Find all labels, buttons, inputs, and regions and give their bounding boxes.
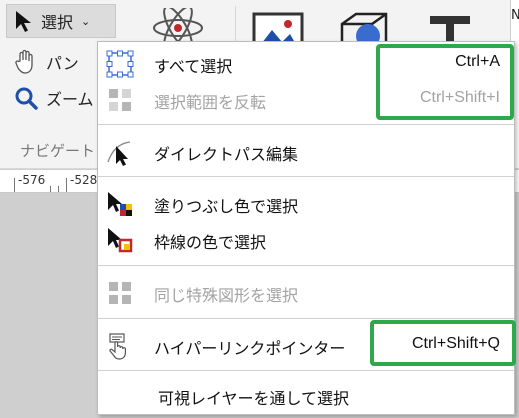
menu-item-label: 可視レイヤーを通して選択 — [158, 389, 350, 408]
menu-item-select-same-shape[interactable]: 同じ特殊図形を選択 — [98, 275, 514, 311]
ribbon-divider — [235, 6, 236, 46]
ruler-tick — [50, 186, 51, 192]
menu-item-label: 塗りつぶし色で選択 — [154, 197, 299, 216]
menu-item-label: 同じ特殊図形を選択 — [154, 286, 299, 305]
pan-tool-button[interactable]: パン — [14, 48, 79, 76]
menu-item-select-through-visible-layers[interactable]: 可視レイヤーを通して選択 — [98, 378, 514, 414]
menu-item-label: すべて選択 — [154, 57, 233, 76]
menu-separator — [98, 318, 514, 319]
menu-item-direct-path-edit[interactable]: ダイレクトパス編集 — [98, 134, 514, 170]
invert-selection-icon — [109, 89, 131, 111]
ruler-tick — [14, 178, 15, 192]
chevron-down-icon[interactable]: ⌄ — [81, 15, 90, 28]
zoom-tool-button[interactable]: ズーム — [14, 84, 94, 112]
menu-item-label: 枠線の色で選択 — [154, 233, 267, 252]
arrow-pointer-icon — [16, 11, 31, 32]
navigate-group-label: ナビゲート — [20, 142, 96, 160]
shortcut-highlight-box — [370, 320, 516, 366]
select-same-shape-icon — [109, 282, 131, 304]
menu-item-select-by-stroke[interactable]: 枠線の色で選択 — [98, 222, 514, 258]
ruler-label: -528 — [70, 173, 98, 187]
menu-separator — [98, 176, 514, 177]
ruler-tick — [66, 178, 67, 192]
direct-path-edit-icon — [107, 141, 131, 166]
menu-separator — [98, 124, 514, 125]
menu-item-label: ダイレクトパス編集 — [154, 145, 299, 164]
menu-separator — [98, 370, 514, 371]
select-tool-button[interactable]: 選択 ⌄ — [6, 4, 116, 38]
select-by-fill-color-icon — [108, 192, 132, 216]
menu-item-label: 選択範囲を反転 — [154, 93, 267, 112]
menu-item-label: ハイパーリンクポインター — [154, 339, 346, 358]
hyperlink-pointer-icon — [109, 333, 126, 360]
select-tool-label: 選択 — [41, 13, 74, 32]
magnifier-icon — [15, 87, 38, 110]
select-by-stroke-color-icon — [108, 228, 133, 253]
menu-separator — [98, 265, 514, 266]
pan-tool-label: パン — [46, 54, 79, 73]
ruler-tick — [58, 186, 59, 192]
edge-letter: N — [511, 8, 519, 23]
ruler-label: -576 — [18, 173, 46, 187]
hand-icon — [15, 49, 33, 74]
menu-item-select-by-fill[interactable]: 塗りつぶし色で選択 — [98, 186, 514, 222]
select-all-icon — [106, 50, 134, 78]
zoom-tool-label: ズーム — [46, 90, 94, 109]
shortcut-highlight-box — [376, 44, 514, 120]
